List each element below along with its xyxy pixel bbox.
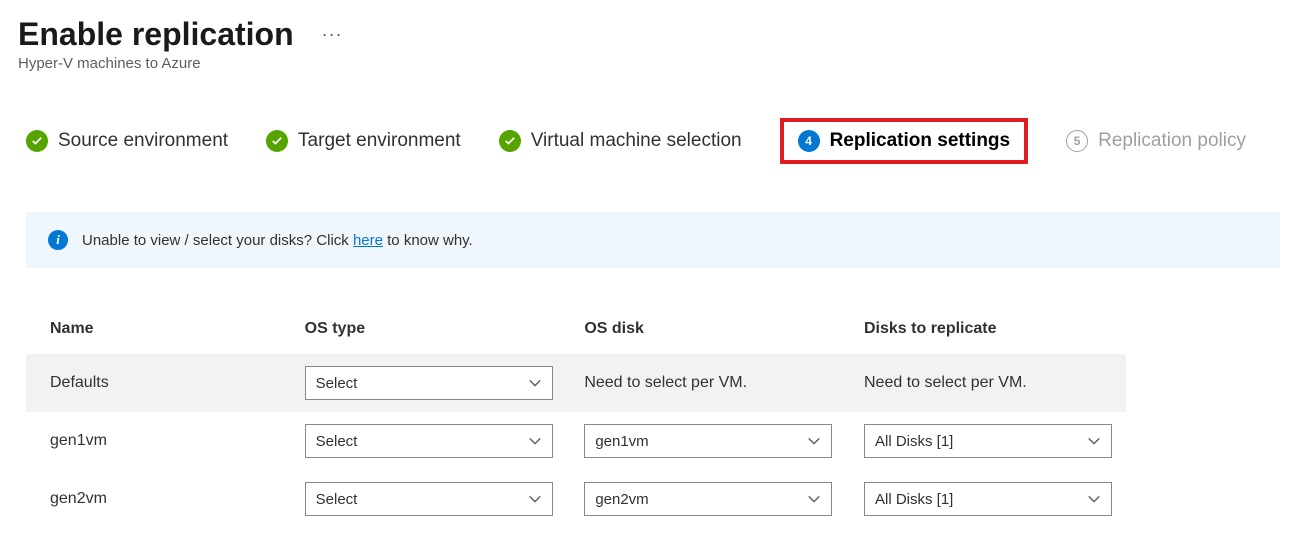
page-title: Enable replication: [18, 16, 294, 53]
step-number-badge: 4: [798, 130, 820, 152]
replication-table: Name OS type OS disk Disks to replicate …: [26, 308, 1126, 528]
chevron-down-icon: [1087, 434, 1101, 448]
disks-select[interactable]: All Disks [1]: [864, 424, 1112, 458]
step-label: Replication policy: [1098, 130, 1246, 152]
info-icon: i: [48, 230, 68, 250]
select-value: All Disks [1]: [875, 491, 953, 508]
step-target-environment[interactable]: Target environment: [266, 130, 461, 152]
select-value: Select: [316, 375, 358, 392]
os-disk-select[interactable]: gen2vm: [584, 482, 832, 516]
wizard-steps: Source environment Target environment Vi…: [18, 118, 1288, 164]
table-row-defaults: Defaults Select Need to select per VM. N…: [26, 354, 1126, 412]
os-disk-select[interactable]: gen1vm: [584, 424, 832, 458]
col-header-os-disk: OS disk: [570, 308, 850, 354]
cell-name: Defaults: [26, 354, 291, 412]
chevron-down-icon: [528, 434, 542, 448]
os-type-select[interactable]: Select: [305, 424, 553, 458]
select-value: Select: [316, 491, 358, 508]
table-row: gen2vm Select gen2vm All Disks [1]: [26, 470, 1126, 528]
info-text-after: to know why.: [383, 232, 473, 249]
col-header-disks: Disks to replicate: [850, 308, 1126, 354]
table-row: gen1vm Select gen1vm All Disks [1]: [26, 412, 1126, 470]
step-label: Source environment: [58, 130, 228, 152]
select-value: All Disks [1]: [875, 433, 953, 450]
cell-os-disk: Need to select per VM.: [570, 354, 850, 412]
disks-select[interactable]: All Disks [1]: [864, 482, 1112, 516]
cell-disks: Need to select per VM.: [850, 354, 1126, 412]
check-icon: [266, 130, 288, 152]
cell-name: gen2vm: [26, 470, 291, 528]
os-type-select[interactable]: Select: [305, 482, 553, 516]
step-label: Replication settings: [830, 130, 1011, 152]
os-type-select[interactable]: Select: [305, 366, 553, 400]
col-header-name: Name: [26, 308, 291, 354]
step-replication-settings[interactable]: 4 Replication settings: [780, 118, 1029, 164]
chevron-down-icon: [807, 434, 821, 448]
step-vm-selection[interactable]: Virtual machine selection: [499, 130, 742, 152]
info-banner: i Unable to view / select your disks? Cl…: [26, 212, 1280, 268]
step-label: Target environment: [298, 130, 461, 152]
info-link[interactable]: here: [353, 232, 383, 249]
more-actions-icon[interactable]: ···: [318, 20, 347, 49]
chevron-down-icon: [528, 492, 542, 506]
cell-name: gen1vm: [26, 412, 291, 470]
step-replication-policy[interactable]: 5 Replication policy: [1066, 130, 1246, 152]
chevron-down-icon: [528, 376, 542, 390]
select-value: gen1vm: [595, 433, 648, 450]
col-header-os-type: OS type: [291, 308, 571, 354]
info-text-before: Unable to view / select your disks? Clic…: [82, 232, 353, 249]
chevron-down-icon: [807, 492, 821, 506]
step-source-environment[interactable]: Source environment: [26, 130, 228, 152]
step-number-badge: 5: [1066, 130, 1088, 152]
chevron-down-icon: [1087, 492, 1101, 506]
page-subtitle: Hyper-V machines to Azure: [18, 55, 1288, 72]
select-value: Select: [316, 433, 358, 450]
select-value: gen2vm: [595, 491, 648, 508]
check-icon: [499, 130, 521, 152]
info-banner-text: Unable to view / select your disks? Clic…: [82, 232, 473, 249]
step-label: Virtual machine selection: [531, 130, 742, 152]
check-icon: [26, 130, 48, 152]
